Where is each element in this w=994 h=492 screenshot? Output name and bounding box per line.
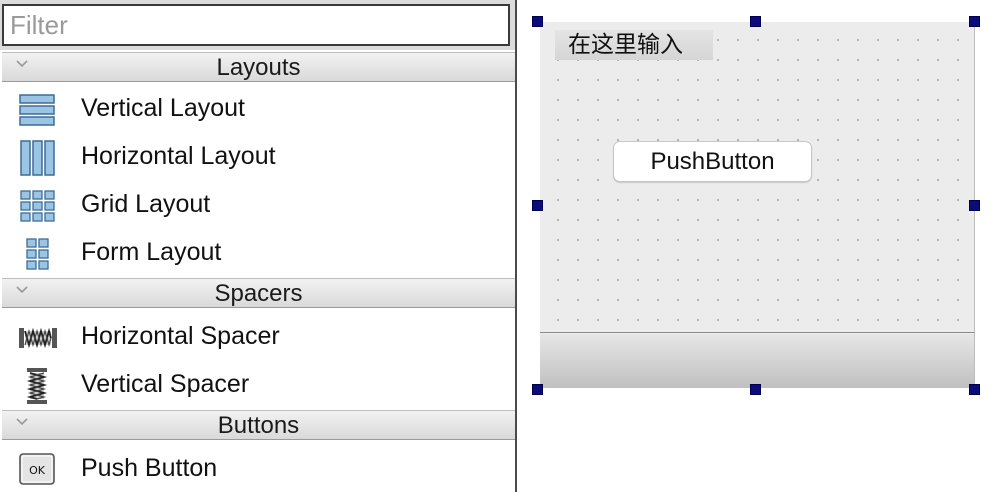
horizontal-spacer-icon <box>19 327 57 349</box>
resize-handle-bottom-right[interactable] <box>969 384 980 395</box>
widget-item-vertical-layout[interactable]: Vertical Layout <box>2 84 515 132</box>
resize-handle-top-right[interactable] <box>969 16 980 27</box>
widget-item-horizontal-layout[interactable]: Horizontal Layout <box>2 132 515 180</box>
widget-item-label: Grid Layout <box>81 190 211 218</box>
resize-handle-bottom-left[interactable] <box>532 384 543 395</box>
resize-handle-bottom[interactable] <box>750 384 761 395</box>
category-title: Spacers <box>214 280 303 307</box>
resize-handle-left[interactable] <box>532 200 543 211</box>
push-button[interactable]: PushButton <box>613 141 812 182</box>
widget-item-label: Vertical Spacer <box>81 370 250 398</box>
category-header-layouts[interactable]: Layouts <box>2 52 515 82</box>
push-button-icon-text: OK <box>29 464 46 477</box>
resize-handle-top[interactable] <box>750 16 761 27</box>
widget-box-panel: Layouts Vertical Layout Horizontal Layou… <box>0 0 517 492</box>
resize-handle-top-left[interactable] <box>532 16 543 27</box>
widget-item-vertical-spacer[interactable]: Vertical Spacer <box>2 360 515 408</box>
category-title: Buttons <box>217 412 300 439</box>
widget-item-label: Horizontal Layout <box>81 142 276 170</box>
vertical-spacer-icon <box>26 368 48 404</box>
grid-layout-icon <box>20 190 55 222</box>
form-layout-icon <box>26 238 49 270</box>
widget-item-form-layout[interactable]: Form Layout <box>2 228 515 276</box>
vertical-layout-icon <box>19 94 55 126</box>
horizontal-layout-icon <box>20 140 55 176</box>
widget-item-label: Form Layout <box>81 238 222 266</box>
form-editor-area[interactable]: 在这里输入 PushButton <box>519 0 994 492</box>
widget-item-grid-layout[interactable]: Grid Layout <box>2 180 515 228</box>
menubar-type-here[interactable]: 在这里输入 <box>555 30 713 60</box>
category-header-spacers[interactable]: Spacers <box>2 278 515 308</box>
status-bar <box>540 334 974 388</box>
resize-handle-right[interactable] <box>969 200 980 211</box>
statusbar-divider <box>540 332 974 333</box>
main-window-form[interactable]: 在这里输入 PushButton <box>540 22 975 388</box>
push-button-icon: OK <box>19 453 55 485</box>
category-header-buttons[interactable]: Buttons <box>2 410 515 440</box>
widget-item-label: Vertical Layout <box>81 94 245 122</box>
widget-item-label: Push Button <box>81 454 218 482</box>
category-title: Layouts <box>216 54 301 81</box>
widget-item-push-button[interactable]: OK Push Button <box>2 444 515 492</box>
widget-item-label: Horizontal Spacer <box>81 322 280 350</box>
filter-bar <box>0 0 515 50</box>
widget-item-horizontal-spacer[interactable]: Horizontal Spacer <box>2 312 515 360</box>
filter-input[interactable] <box>2 4 510 46</box>
